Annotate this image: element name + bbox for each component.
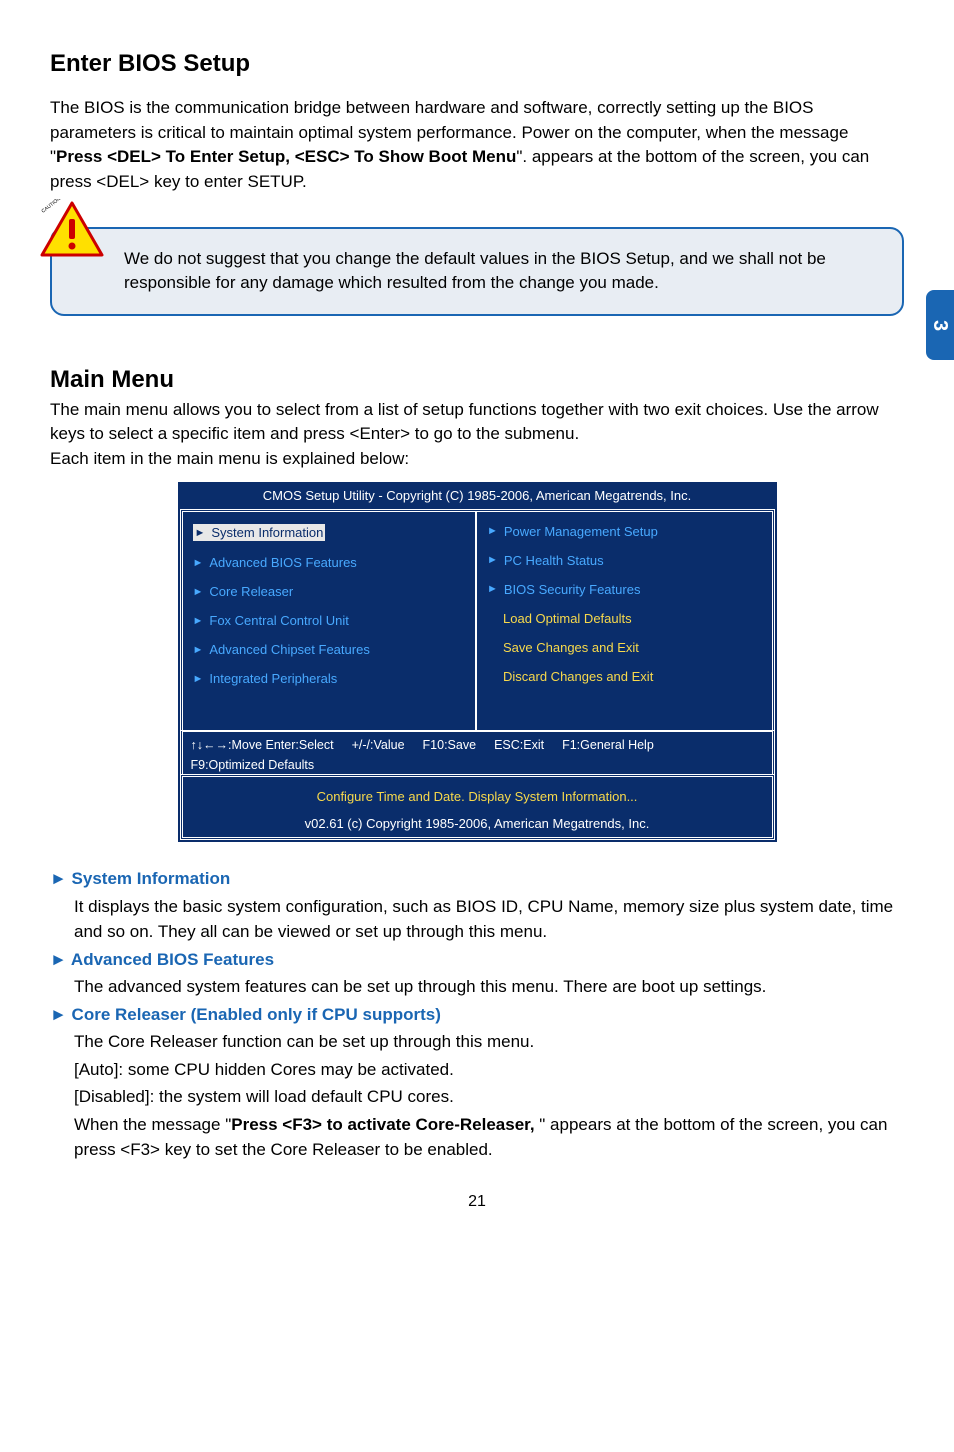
arrow-icon: ► bbox=[193, 673, 204, 685]
bios-item-advanced-chipset: ► Advanced Chipset Features bbox=[193, 642, 466, 657]
arrow-icon: ► bbox=[487, 525, 498, 537]
bios-label: Fox Central Control Unit bbox=[209, 613, 348, 628]
arrow-icon: ► bbox=[193, 586, 204, 598]
bios-item-discard-exit: Discard Changes and Exit bbox=[487, 669, 762, 684]
enter-bios-paragraph: The BIOS is the communication bridge bet… bbox=[50, 96, 904, 195]
para-bold: Press <DEL> To Enter Setup, <ESC> To Sho… bbox=[56, 147, 516, 166]
hint-esc: ESC:Exit bbox=[494, 738, 544, 752]
bios-hint-row2: F9:Optimized Defaults bbox=[180, 758, 775, 774]
desc-d-bold: Press <F3> to activate Core-Releaser, bbox=[231, 1115, 539, 1134]
bios-item-fox-central: ► Fox Central Control Unit bbox=[193, 613, 466, 628]
bios-item-integrated-peripherals: ► Integrated Peripherals bbox=[193, 671, 466, 686]
hint-value: +/-/:Value bbox=[352, 738, 405, 752]
bios-label: BIOS Security Features bbox=[504, 582, 641, 597]
desc-core-releaser-a: The Core Releaser function can be set up… bbox=[74, 1029, 904, 1055]
desc-system-info-text: It displays the basic system configurati… bbox=[74, 894, 904, 945]
bios-footer-line2: v02.61 (c) Copyright 1985-2006, American… bbox=[187, 816, 768, 831]
arrow-icon: ► bbox=[487, 583, 498, 595]
main-menu-paragraph: The main menu allows you to select from … bbox=[50, 398, 904, 472]
bios-footer: Configure Time and Date. Display System … bbox=[180, 774, 775, 840]
desc-core-releaser-d: When the message "Press <F3> to activate… bbox=[74, 1112, 904, 1163]
arrow-icon: ► bbox=[195, 527, 206, 539]
caution-label: CAUTION bbox=[41, 199, 63, 215]
bios-screenshot: CMOS Setup Utility - Copyright (C) 1985-… bbox=[178, 482, 777, 843]
main-menu-title: Main Menu bbox=[50, 366, 904, 394]
desc-d-a: When the message " bbox=[74, 1115, 231, 1134]
desc-advanced-bios-heading: ► Advanced BIOS Features bbox=[50, 947, 904, 973]
arrow-icon: ► bbox=[487, 554, 498, 566]
desc-advanced-bios-text: The advanced system features can be set … bbox=[74, 974, 904, 1000]
bios-title-bar: CMOS Setup Utility - Copyright (C) 1985-… bbox=[180, 484, 775, 509]
hint-f9: F9:Optimized Defaults bbox=[191, 758, 315, 772]
desc-core-releaser-heading: ► Core Releaser (Enabled only if CPU sup… bbox=[50, 1002, 904, 1028]
bios-col-left: ► System Information ► Advanced BIOS Featu… bbox=[183, 512, 478, 731]
bios-label: PC Health Status bbox=[504, 553, 604, 568]
bios-columns: ► System Information ► Advanced BIOS Featu… bbox=[180, 509, 775, 731]
enter-bios-title: Enter BIOS Setup bbox=[50, 50, 904, 78]
bios-label: System Information bbox=[211, 525, 323, 540]
descriptions: ► System Information It displays the bas… bbox=[50, 866, 904, 1163]
hint-move: ↑↓←→:Move Enter:Select bbox=[191, 738, 334, 752]
bios-col-right: ► Power Management Setup ► PC Health Statu… bbox=[477, 512, 772, 731]
bios-item-advanced-bios: ► Advanced BIOS Features bbox=[193, 555, 466, 570]
bios-hint-row: ↑↓←→:Move Enter:Select +/-/:Value F10:Sa… bbox=[180, 730, 775, 758]
bios-item-load-defaults: Load Optimal Defaults bbox=[487, 611, 762, 626]
bios-label: Core Releaser bbox=[209, 584, 293, 599]
bios-item-pc-health: ► PC Health Status bbox=[487, 553, 762, 568]
bios-item-power-management: ► Power Management Setup bbox=[487, 524, 762, 539]
hint-f1: F1:General Help bbox=[562, 738, 654, 752]
desc-core-releaser-b: [Auto]: some CPU hidden Cores may be act… bbox=[74, 1057, 904, 1083]
bios-item-core-releaser: ► Core Releaser bbox=[193, 584, 466, 599]
arrow-icon: ► bbox=[193, 644, 204, 656]
bios-label: Power Management Setup bbox=[504, 524, 658, 539]
side-tab-number: 3 bbox=[929, 319, 952, 330]
caution-box: CAUTION We do not suggest that you chang… bbox=[50, 227, 904, 316]
bios-item-bios-security: ► BIOS Security Features bbox=[487, 582, 762, 597]
bios-item-save-exit: Save Changes and Exit bbox=[487, 640, 762, 655]
bios-label: Integrated Peripherals bbox=[209, 671, 337, 686]
bios-label: Advanced Chipset Features bbox=[209, 642, 369, 657]
arrow-icon: ► bbox=[193, 615, 204, 627]
desc-system-info-heading: ► System Information bbox=[50, 866, 904, 892]
bios-item-system-information: ► System Information bbox=[193, 524, 326, 541]
side-tab: 3 bbox=[926, 290, 954, 360]
bios-label: Advanced BIOS Features bbox=[209, 555, 356, 570]
page-content: Enter BIOS Setup The BIOS is the communi… bbox=[0, 0, 954, 1241]
bios-footer-line1: Configure Time and Date. Display System … bbox=[187, 789, 768, 804]
desc-core-releaser-c: [Disabled]: the system will load default… bbox=[74, 1084, 904, 1110]
caution-text: We do not suggest that you change the de… bbox=[124, 249, 826, 293]
hint-save: F10:Save bbox=[423, 738, 477, 752]
page-number: 21 bbox=[50, 1193, 904, 1211]
caution-icon: CAUTION bbox=[38, 199, 106, 259]
arrow-icon: ► bbox=[193, 557, 204, 569]
